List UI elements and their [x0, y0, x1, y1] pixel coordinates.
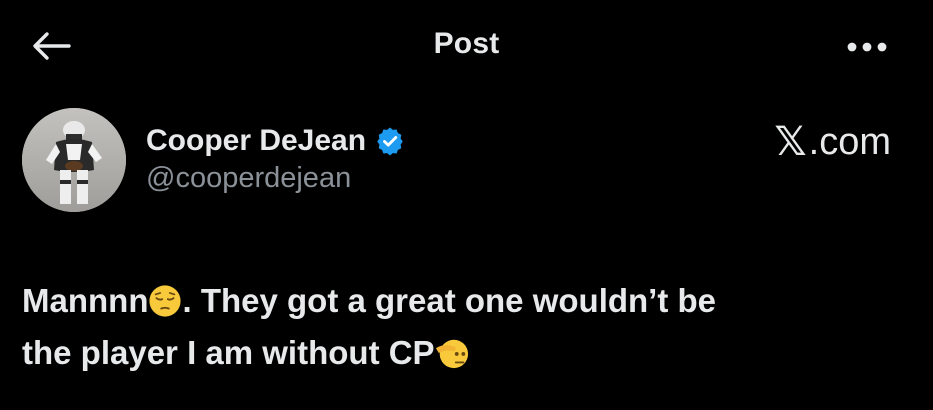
more-options-button[interactable]: [845, 34, 889, 60]
saluting-face-icon: [435, 339, 468, 369]
page-title: Post: [433, 27, 500, 60]
watermark-text: .com: [808, 120, 891, 163]
name-row: Cooper DeJean: [146, 122, 405, 160]
verified-badge-icon[interactable]: [375, 126, 405, 156]
pensive-face-icon: [149, 285, 182, 317]
display-name[interactable]: Cooper DeJean: [146, 124, 366, 158]
user-handle[interactable]: @cooperdejean: [146, 162, 405, 195]
post-text: Mannnn . They got a great one wouldn’t b…: [22, 275, 902, 379]
top-bar: Post: [0, 0, 933, 96]
avatar[interactable]: [22, 108, 126, 212]
post-text-segment-2: . They got a great one wouldn’t be: [182, 282, 717, 319]
watermark: 𝕏 .com: [774, 119, 891, 165]
avatar-photo: [22, 108, 126, 212]
post-text-segment-3: the player I am without CP: [22, 334, 435, 371]
more-horizontal-icon: [847, 42, 887, 52]
post-text-segment-1: Mannnn: [22, 282, 149, 319]
author-info: Cooper DeJean @cooperdejean: [146, 122, 405, 195]
x-logo-icon: 𝕏: [774, 120, 807, 164]
post-author: Cooper DeJean @cooperdejean: [22, 108, 902, 218]
